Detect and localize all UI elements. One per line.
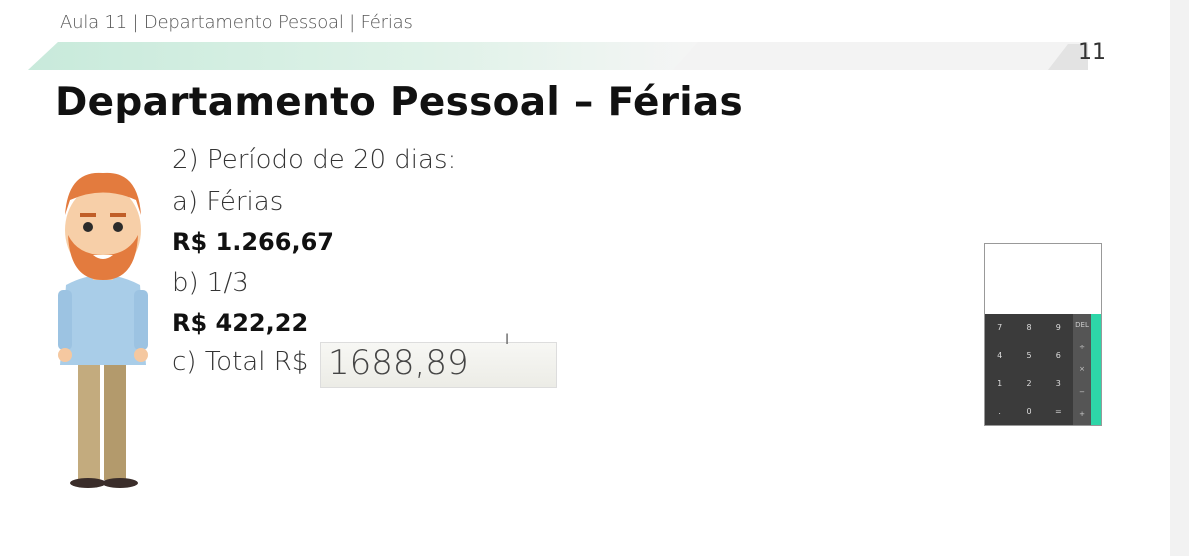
calc-op-minus[interactable]: −	[1079, 388, 1085, 396]
calc-key-6[interactable]: 6	[1044, 342, 1073, 370]
one-third-label: b) 1/3	[172, 268, 249, 298]
total-label: c) Total R$	[172, 347, 309, 377]
calc-op-del[interactable]: DEL	[1075, 321, 1089, 329]
slide: Aula 11 | Departamento Pessoal | Férias …	[0, 0, 1170, 556]
calc-key-3[interactable]: 3	[1044, 370, 1073, 398]
total-value: 1688,89	[328, 343, 469, 383]
page-number: 11	[1078, 40, 1106, 65]
calculator-ops: DEL ÷ × − +	[1073, 314, 1091, 425]
calc-key-8[interactable]: 8	[1014, 314, 1043, 342]
calculator-keypad: 7 8 9 4 5 6 1 2 3 . 0 =	[985, 314, 1073, 425]
calc-key-5[interactable]: 5	[1014, 342, 1043, 370]
calc-key-7[interactable]: 7	[985, 314, 1014, 342]
text-cursor-icon: I	[505, 332, 510, 348]
man-illustration	[58, 172, 148, 488]
calc-key-2[interactable]: 2	[1014, 370, 1043, 398]
period-heading: 2) Período de 20 dias:	[172, 145, 457, 175]
ferias-value: R$ 1.266,67	[172, 228, 334, 256]
breadcrumb: Aula 11 | Departamento Pessoal | Férias	[60, 12, 413, 33]
calc-op-divide[interactable]: ÷	[1079, 343, 1085, 351]
calc-key-equals[interactable]: =	[1044, 397, 1073, 425]
calc-key-4[interactable]: 4	[985, 342, 1014, 370]
calc-key-9[interactable]: 9	[1044, 314, 1073, 342]
header-band	[28, 42, 1088, 70]
calc-key-1[interactable]: 1	[985, 370, 1014, 398]
ferias-label: a) Férias	[172, 187, 284, 217]
calc-op-multiply[interactable]: ×	[1079, 365, 1085, 373]
calc-key-0[interactable]: 0	[1014, 397, 1043, 425]
calculator-accent-bar	[1091, 314, 1101, 425]
calculator-widget[interactable]: 7 8 9 4 5 6 1 2 3 . 0 = DEL ÷ × − +	[984, 243, 1102, 426]
calc-key-dot[interactable]: .	[985, 397, 1014, 425]
calculator-display	[985, 244, 1101, 314]
one-third-value: R$ 422,22	[172, 309, 309, 337]
page-title: Departamento Pessoal – Férias	[55, 80, 744, 125]
calc-op-plus[interactable]: +	[1079, 410, 1085, 418]
